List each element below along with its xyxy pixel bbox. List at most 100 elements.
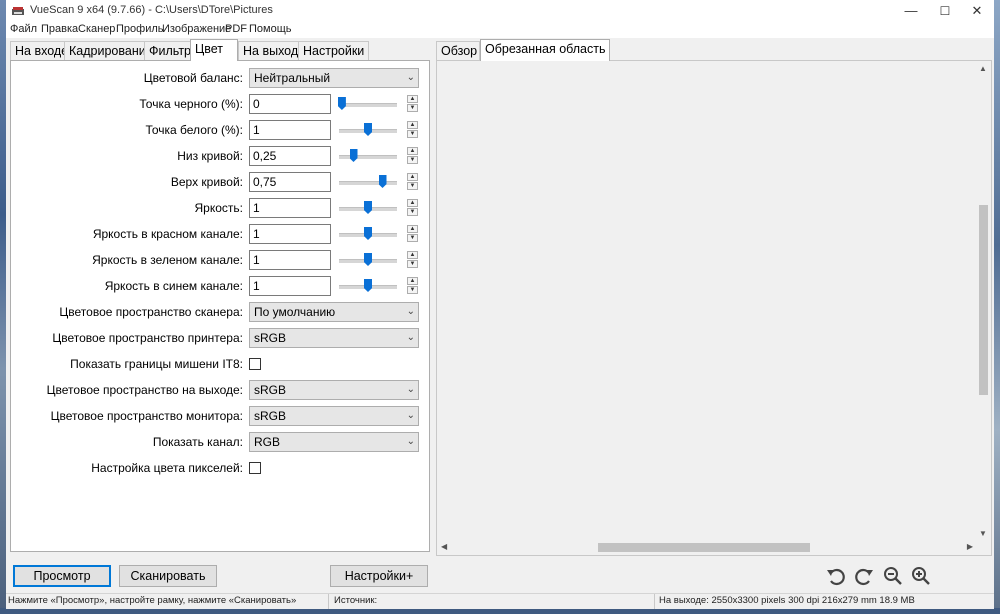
brightness-green-input[interactable]: 1 [249, 250, 331, 270]
black-point-slider[interactable] [339, 103, 397, 107]
brightness-red-input[interactable]: 1 [249, 224, 331, 244]
menu-pdf[interactable]: PDF [225, 23, 247, 35]
monitor-color-space-select[interactable]: sRGB ⌄ [249, 406, 419, 426]
brightness-green-label: Яркость в зеленом канале: [92, 253, 243, 267]
curve-high-slider[interactable] [339, 181, 397, 185]
brightness-slider-thumb[interactable] [364, 201, 372, 214]
brightness-blue-spinner[interactable]: ▲ ▼ [407, 277, 418, 295]
output-color-space-value: sRGB [254, 383, 287, 397]
curve-high-label: Верх кривой: [170, 175, 243, 189]
window-title: VueScan 9 x64 (9.7.66) - C:\Users\DTore\… [30, 4, 273, 16]
printer-color-space-value: sRGB [254, 331, 287, 345]
show-it8-bounds-checkbox[interactable] [249, 358, 261, 370]
curve-low-input[interactable]: 0,25 [249, 146, 331, 166]
scanner-color-space-select[interactable]: По умолчанию ⌄ [249, 302, 419, 322]
brightness-red-spinner[interactable]: ▲ ▼ [407, 225, 418, 243]
status-source: Источник: [334, 595, 378, 606]
spin-down-icon[interactable]: ▼ [407, 260, 418, 268]
scan-button[interactable]: Сканировать [119, 565, 217, 587]
color-balance-value: Нейтральный [254, 71, 331, 85]
black-point-spinner[interactable]: ▲ ▼ [407, 95, 418, 113]
zoom-in-icon[interactable] [910, 565, 932, 587]
black-point-label: Точка черного (%): [139, 97, 243, 111]
white-point-spinner[interactable]: ▲ ▼ [407, 121, 418, 139]
white-point-input[interactable]: 1 [249, 120, 331, 140]
maximize-button[interactable]: ☐ [928, 0, 962, 22]
chevron-down-icon: ⌄ [406, 332, 415, 343]
white-point-label: Точка белого (%): [145, 123, 243, 137]
spin-up-icon[interactable]: ▲ [407, 147, 418, 155]
color-balance-label: Цветовой баланс: [143, 71, 243, 85]
spin-up-icon[interactable]: ▲ [407, 251, 418, 259]
minimize-button[interactable]: — [894, 0, 928, 22]
spin-down-icon[interactable]: ▼ [407, 234, 418, 242]
spin-up-icon[interactable]: ▲ [407, 95, 418, 103]
scanner-color-space-label: Цветовое пространство сканера: [59, 305, 243, 319]
curve-high-slider-thumb[interactable] [378, 175, 387, 188]
black-point-slider-thumb[interactable] [337, 97, 346, 110]
curve-high-input[interactable]: 0,75 [249, 172, 331, 192]
menu-scanner[interactable]: Сканер [78, 23, 115, 35]
menu-help[interactable]: Помощь [249, 23, 292, 35]
spin-up-icon[interactable]: ▲ [407, 173, 418, 181]
curve-low-slider-thumb[interactable] [349, 149, 358, 162]
scroll-right-icon[interactable]: ▶ [967, 542, 973, 551]
tab-cropped-area[interactable]: Обрезанная область [480, 39, 611, 61]
menu-file[interactable]: Файл [10, 23, 37, 35]
close-button[interactable]: ✕ [960, 0, 994, 22]
tab-settings[interactable]: Настройки [298, 41, 370, 61]
vertical-scroll-thumb[interactable] [979, 205, 988, 395]
brightness-red-slider-thumb[interactable] [364, 227, 372, 240]
spin-down-icon[interactable]: ▼ [407, 182, 418, 190]
preview-button[interactable]: Просмотр [13, 565, 111, 587]
brightness-spinner[interactable]: ▲ ▼ [407, 199, 418, 217]
spin-down-icon[interactable]: ▼ [407, 156, 418, 164]
spin-down-icon[interactable]: ▼ [407, 104, 418, 112]
horizontal-scrollbar[interactable]: ◀ ▶ [438, 540, 976, 554]
curve-low-spinner[interactable]: ▲ ▼ [407, 147, 418, 165]
brightness-green-slider-thumb[interactable] [364, 253, 372, 266]
vertical-scrollbar[interactable]: ▲ ▼ [976, 62, 990, 540]
brightness-blue-input[interactable]: 1 [249, 276, 331, 296]
rotate-right-icon[interactable] [854, 565, 876, 587]
tab-color[interactable]: Цвет [190, 39, 238, 61]
rotate-left-icon[interactable] [824, 565, 846, 587]
tab-filter[interactable]: Фильтр [144, 41, 196, 61]
zoom-out-icon[interactable] [882, 565, 904, 587]
chevron-down-icon: ⌄ [406, 410, 415, 421]
horizontal-scroll-thumb[interactable] [598, 543, 810, 552]
curve-low-slider[interactable] [339, 155, 397, 159]
spin-up-icon[interactable]: ▲ [407, 199, 418, 207]
brightness-green-spinner[interactable]: ▲ ▼ [407, 251, 418, 269]
title-bar[interactable]: VueScan 9 x64 (9.7.66) - C:\Users\DTore\… [6, 0, 994, 22]
printer-color-space-select[interactable]: sRGB ⌄ [249, 328, 419, 348]
scroll-left-icon[interactable]: ◀ [441, 542, 447, 551]
curve-low-label: Низ кривой: [177, 149, 243, 163]
spin-down-icon[interactable]: ▼ [407, 208, 418, 216]
status-hint: Нажмите «Просмотр», настройте рамку, наж… [8, 595, 297, 606]
preview-area[interactable]: ▲ ▼ ◀ ▶ [436, 60, 992, 556]
spin-up-icon[interactable]: ▲ [407, 277, 418, 285]
spin-up-icon[interactable]: ▲ [407, 225, 418, 233]
brightness-input[interactable]: 1 [249, 198, 331, 218]
spin-up-icon[interactable]: ▲ [407, 121, 418, 129]
menu-edit[interactable]: Правка [41, 23, 78, 35]
black-point-input[interactable]: 0 [249, 94, 331, 114]
white-point-slider-thumb[interactable] [364, 123, 372, 136]
menu-image[interactable]: Изображение [162, 23, 231, 35]
pixel-color-setup-checkbox[interactable] [249, 462, 261, 474]
spin-down-icon[interactable]: ▼ [407, 130, 418, 138]
settings-plus-button[interactable]: Настройки+ [330, 565, 428, 587]
brightness-blue-slider-thumb[interactable] [364, 279, 372, 292]
color-balance-select[interactable]: Нейтральный ⌄ [249, 68, 419, 88]
show-it8-bounds-label: Показать границы мишени IT8: [70, 357, 243, 371]
curve-high-spinner[interactable]: ▲ ▼ [407, 173, 418, 191]
spin-down-icon[interactable]: ▼ [407, 286, 418, 294]
scroll-down-icon[interactable]: ▼ [979, 529, 987, 538]
output-color-space-select[interactable]: sRGB ⌄ [249, 380, 419, 400]
tab-overview[interactable]: Обзор [436, 41, 480, 61]
menu-profile[interactable]: Профиль [116, 23, 164, 35]
scroll-up-icon[interactable]: ▲ [979, 64, 987, 73]
show-channel-select[interactable]: RGB ⌄ [249, 432, 419, 452]
chevron-down-icon: ⌄ [406, 306, 415, 317]
